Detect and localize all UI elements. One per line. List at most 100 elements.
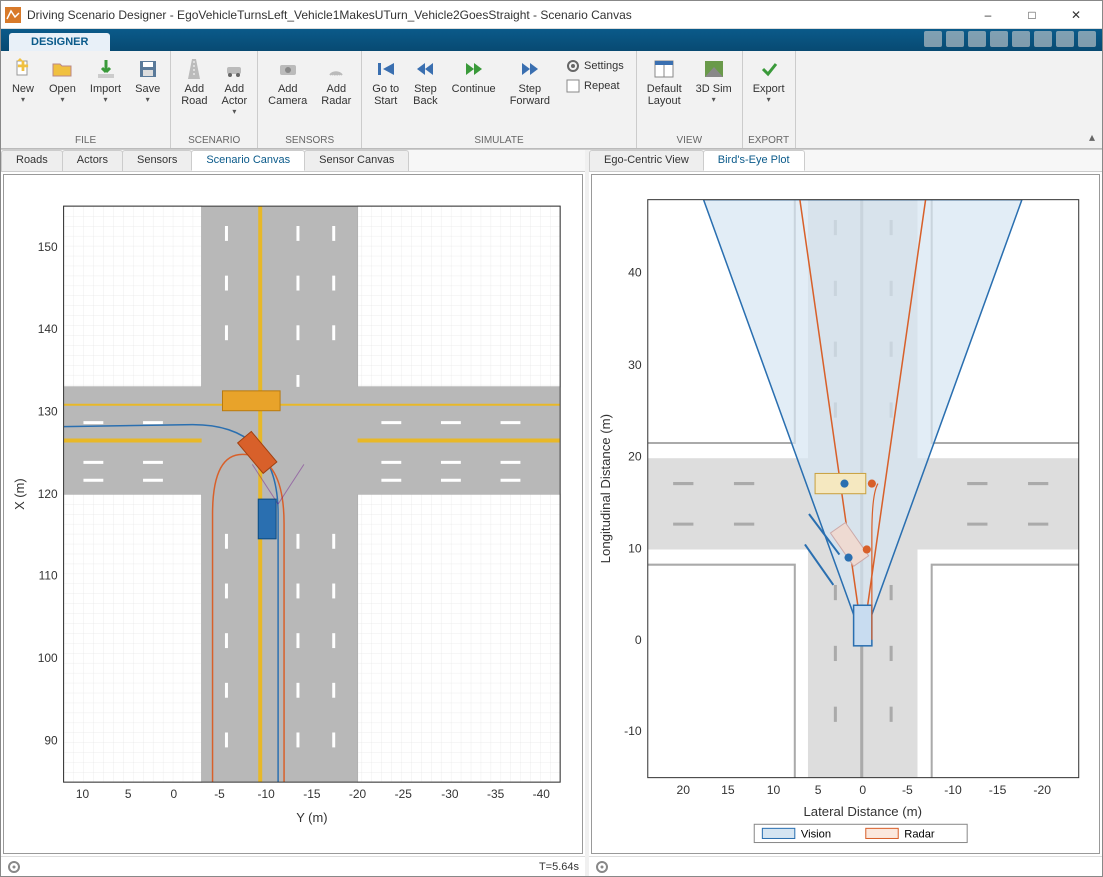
left-pane: Roads Actors Sensors Scenario Canvas Sen…	[1, 150, 589, 876]
pin-icon[interactable]	[1078, 31, 1096, 47]
file-group: ✚ New▾ Open▾ Import▾ Save▾ FILE	[1, 51, 171, 148]
view-group-label: VIEW	[641, 133, 738, 148]
step-forward-button[interactable]: StepForward	[504, 53, 556, 111]
minimize-button[interactable]: –	[966, 1, 1010, 29]
simulate-group: Go toStart StepBack Continue StepForward…	[362, 51, 637, 148]
sim-time-label: T=5.64s	[539, 861, 579, 873]
svg-text:90: 90	[44, 733, 58, 747]
scenario-canvas-plot[interactable]: 90 100 110 120 130 140 150 10 5 0 -5	[3, 174, 583, 854]
bep-ylabel: Longitudinal Distance (m)	[598, 414, 613, 563]
actors-tab[interactable]: Actors	[62, 150, 123, 171]
export-button[interactable]: Export▾	[747, 53, 791, 108]
right-doc-tabs: Ego-Centric View Bird's-Eye Plot	[589, 150, 1102, 172]
svg-text:130: 130	[38, 405, 58, 419]
maximize-button[interactable]: □	[1010, 1, 1054, 29]
svg-text:0: 0	[635, 633, 642, 647]
svg-text:140: 140	[38, 322, 58, 336]
svg-text:100: 100	[38, 651, 58, 665]
svg-text:15: 15	[721, 783, 735, 797]
sensors-tab[interactable]: Sensors	[122, 150, 192, 171]
sensors-group-label: SENSORS	[262, 133, 357, 148]
bep-xlabel: Lateral Distance (m)	[803, 804, 922, 819]
ego-outline	[854, 605, 872, 646]
svg-text:-5: -5	[902, 783, 913, 797]
copy-icon[interactable]	[968, 31, 986, 47]
add-actor-button[interactable]: AddActor▾	[215, 53, 253, 120]
svg-text:10: 10	[628, 542, 642, 556]
svg-text:-10: -10	[258, 787, 276, 801]
toolstrip: ✚ New▾ Open▾ Import▾ Save▾ FILE	[1, 51, 1102, 149]
svg-text:10: 10	[767, 783, 781, 797]
redo-icon[interactable]	[1034, 31, 1052, 47]
cut-icon[interactable]	[946, 31, 964, 47]
legend-radar: Radar	[904, 828, 935, 840]
settings-button[interactable]: Settings	[562, 57, 628, 75]
open-button[interactable]: Open▾	[43, 53, 82, 108]
step-back-button[interactable]: StepBack	[407, 53, 443, 111]
svg-text:0: 0	[859, 783, 866, 797]
svg-text:20: 20	[676, 783, 690, 797]
paste-icon[interactable]	[990, 31, 1008, 47]
window-title: Driving Scenario Designer - EgoVehicleTu…	[27, 8, 966, 22]
sensor-canvas-tab[interactable]: Sensor Canvas	[304, 150, 409, 171]
radar-detection	[868, 480, 876, 488]
roads-tab[interactable]: Roads	[1, 150, 63, 171]
ribbon-tabstrip: DESIGNER	[1, 29, 1102, 51]
legend-vision: Vision	[801, 828, 831, 840]
export-group-label: EXPORT	[747, 133, 791, 148]
svg-text:5: 5	[125, 787, 132, 801]
view-group: DefaultLayout 3D Sim▾ VIEW	[637, 51, 743, 148]
add-camera-button[interactable]: AddCamera	[262, 53, 313, 111]
right-pane: Ego-Centric View Bird's-Eye Plot	[589, 150, 1102, 876]
ego-centric-tab[interactable]: Ego-Centric View	[589, 150, 704, 171]
help-icon[interactable]	[1056, 31, 1074, 47]
birds-eye-tab[interactable]: Bird's-Eye Plot	[703, 150, 805, 171]
left-doc-tabs: Roads Actors Sensors Scenario Canvas Sen…	[1, 150, 585, 172]
save-button[interactable]: Save▾	[129, 53, 166, 108]
new-button[interactable]: ✚ New▾	[5, 53, 41, 108]
search-icon[interactable]	[924, 31, 942, 47]
default-layout-button[interactable]: DefaultLayout	[641, 53, 688, 111]
svg-text:120: 120	[38, 487, 58, 501]
continue-button[interactable]: Continue	[446, 53, 502, 99]
designer-tab[interactable]: DESIGNER	[9, 33, 110, 51]
repeat-checkbox[interactable]: Repeat	[562, 77, 628, 95]
undo-icon[interactable]	[1012, 31, 1030, 47]
gear-icon	[566, 59, 580, 73]
scenario-xlabel: Y (m)	[296, 810, 327, 825]
svg-text:-15: -15	[303, 787, 321, 801]
sim3d-button[interactable]: 3D Sim▾	[690, 53, 738, 108]
import-button[interactable]: Import▾	[84, 53, 127, 108]
svg-text:-20: -20	[349, 787, 367, 801]
simulate-group-label: SIMULATE	[366, 133, 632, 148]
gear-icon[interactable]	[7, 860, 21, 874]
svg-text:-20: -20	[1033, 783, 1051, 797]
sensors-group: AddCamera AddRadar SENSORS	[258, 51, 362, 148]
svg-text:150: 150	[38, 240, 58, 254]
birds-eye-plot[interactable]: -10 0 10 20 30 40 20 15 10 5 0 -5	[591, 174, 1100, 854]
go-to-start-button[interactable]: Go toStart	[366, 53, 405, 111]
svg-text:-35: -35	[487, 787, 505, 801]
gear-icon[interactable]	[595, 860, 609, 874]
svg-text:-15: -15	[989, 783, 1007, 797]
scenario-canvas-tab[interactable]: Scenario Canvas	[191, 150, 305, 171]
app-logo-icon	[5, 7, 21, 23]
svg-text:10: 10	[76, 787, 90, 801]
ego-vehicle[interactable]	[258, 499, 276, 539]
svg-text:-10: -10	[624, 724, 642, 738]
vehicle2-straight[interactable]	[222, 391, 280, 411]
svg-text:-25: -25	[395, 787, 413, 801]
svg-text:✚: ✚	[17, 58, 29, 74]
title-bar: Driving Scenario Designer - EgoVehicleTu…	[1, 1, 1102, 29]
file-group-label: FILE	[5, 133, 166, 148]
right-status-row	[589, 856, 1102, 876]
svg-text:-10: -10	[944, 783, 962, 797]
scenario-group-label: SCENARIO	[175, 133, 253, 148]
minimize-ribbon-icon[interactable]: ▴	[1082, 51, 1102, 148]
checkbox-icon	[566, 79, 580, 93]
add-road-button[interactable]: AddRoad	[175, 53, 213, 111]
svg-text:-30: -30	[441, 787, 459, 801]
close-button[interactable]: ✕	[1054, 1, 1098, 29]
add-radar-button[interactable]: AddRadar	[315, 53, 357, 111]
left-status-row: T=5.64s	[1, 856, 585, 876]
